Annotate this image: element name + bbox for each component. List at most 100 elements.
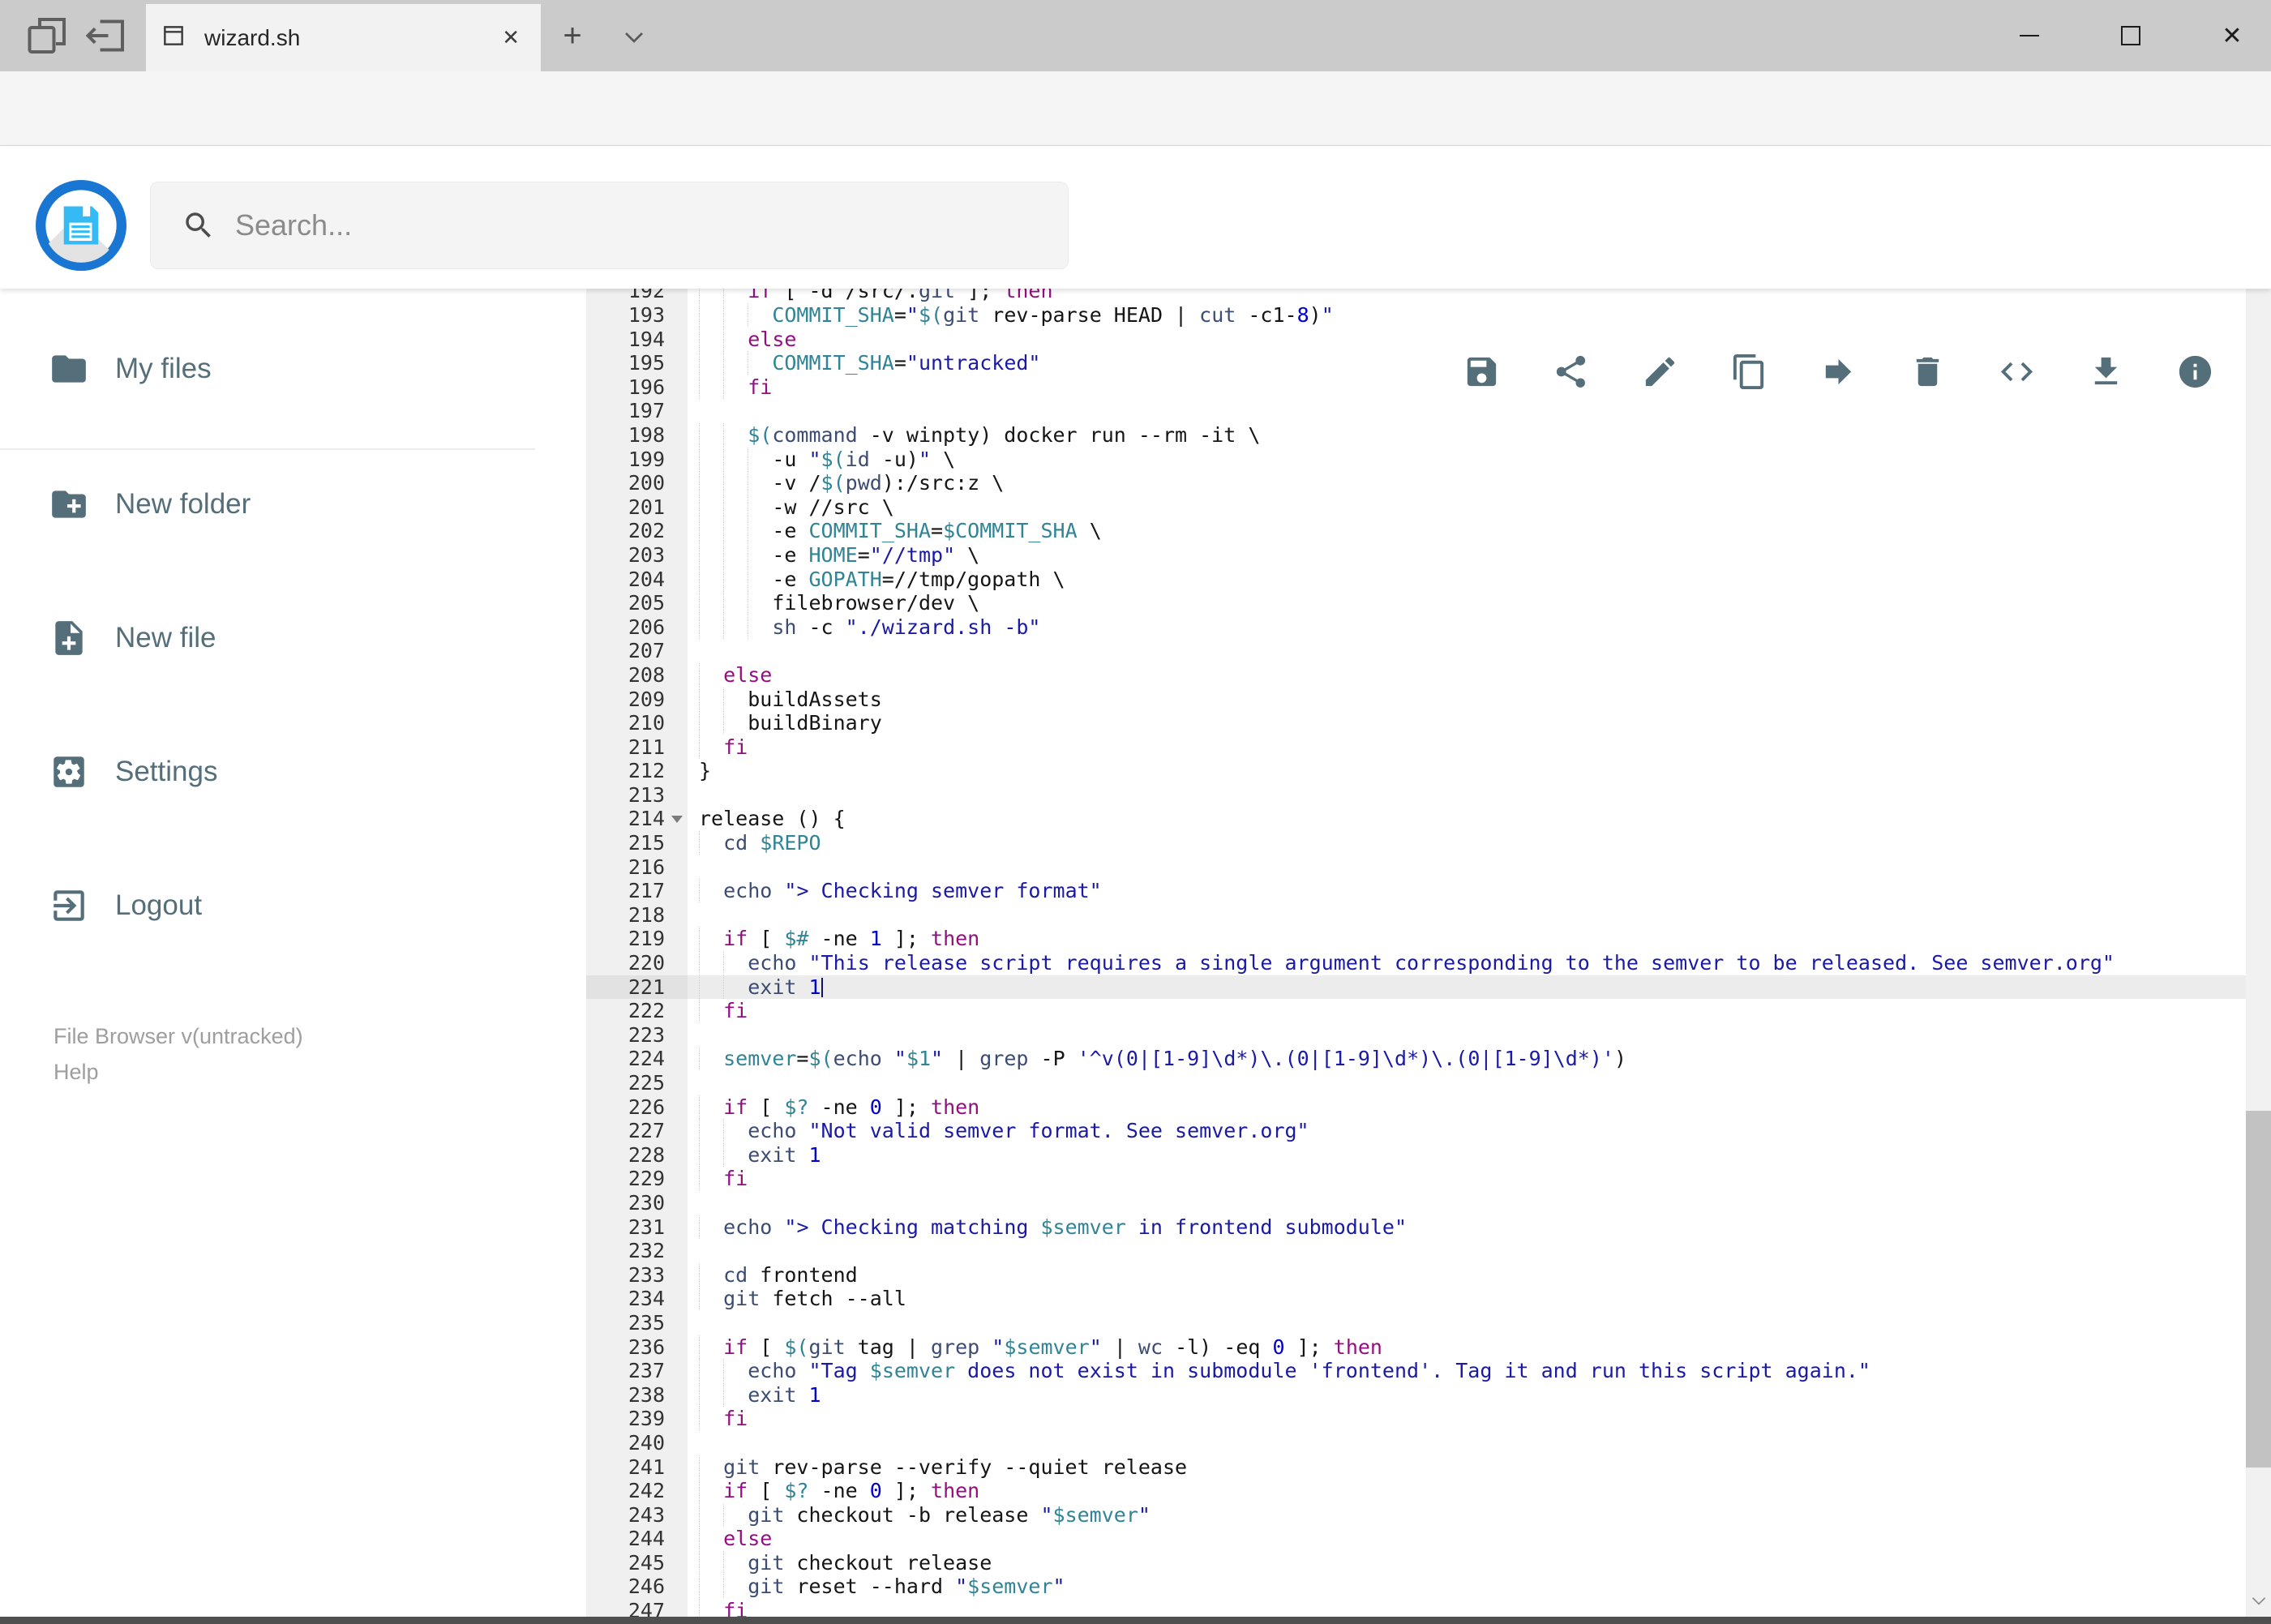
code-line-217[interactable]: echo "> Checking semver format" (688, 879, 2246, 903)
gutter-line-210: 210 (628, 711, 665, 735)
rename-icon (1645, 357, 1675, 387)
code-line-241[interactable]: git rev-parse --verify --quiet release (688, 1455, 2246, 1480)
code-line-219[interactable]: if [ $# -ne 1 ]; then (688, 927, 2246, 951)
code-line-214[interactable]: release () { (688, 807, 2246, 831)
note-add-icon (55, 621, 83, 655)
code-line-222[interactable]: fi (688, 999, 2246, 1023)
code-line-215[interactable]: cd $REPO (688, 831, 2246, 855)
tab-close-icon[interactable]: ✕ (495, 22, 526, 54)
move-button[interactable] (1819, 353, 1858, 391)
copy-button[interactable] (1730, 353, 1768, 391)
tab-list-chevron-icon[interactable] (618, 21, 650, 58)
window-close-button[interactable]: ✕ (2193, 0, 2271, 71)
code-line-210[interactable]: buildBinary (688, 711, 2246, 735)
scroll-down-icon[interactable] (2246, 1586, 2271, 1615)
sidebar-item-logout[interactable]: Logout (0, 872, 568, 940)
window-maximize-button[interactable] (2092, 0, 2170, 71)
code-line-239[interactable]: fi (688, 1407, 2246, 1431)
code-line-203[interactable]: -e HOME="//tmp" \ (688, 543, 2246, 568)
code-line-233[interactable]: cd frontend (688, 1263, 2246, 1288)
code-line-194[interactable]: else (688, 328, 2246, 352)
sidebar-item-my-files[interactable]: My files (0, 335, 568, 403)
code-line-206[interactable]: sh -c "./wizard.sh -b" (688, 615, 2246, 640)
code-line-246[interactable]: git reset --hard "$semver" (688, 1575, 2246, 1599)
code-line-221[interactable]: exit 1 (688, 975, 2246, 1000)
search-input[interactable] (234, 208, 1068, 243)
scrollbar-thumb[interactable] (2246, 1111, 2271, 1468)
search-bar[interactable] (150, 182, 1069, 269)
code-line-212[interactable]: } (688, 759, 2246, 783)
window-minimize-button[interactable] (1990, 0, 2068, 71)
gutter-line-207: 207 (628, 639, 665, 663)
code-line-236[interactable]: if [ $(git tag | grep "$semver" | wc -l)… (688, 1335, 2246, 1360)
text-cursor (821, 977, 823, 997)
code-line-231[interactable]: echo "> Checking matching $semver in fro… (688, 1215, 2246, 1240)
code-line-200[interactable]: -v /$(pwd):/src:z \ (688, 471, 2246, 495)
code-line-197[interactable] (688, 399, 2246, 423)
code-line-226[interactable]: if [ $? -ne 0 ]; then (688, 1095, 2246, 1120)
code-line-242[interactable]: if [ $? -ne 0 ]; then (688, 1479, 2246, 1503)
browser-tab[interactable]: wizard.sh ✕ (146, 4, 541, 71)
code-line-199[interactable]: -u "$(id -u)" \ (688, 448, 2246, 472)
share-button[interactable] (1552, 353, 1590, 391)
gutter-line-205: 205 (628, 591, 665, 615)
code-line-201[interactable]: -w //src \ (688, 495, 2246, 520)
gutter-line-214: 214 (586, 807, 688, 831)
code-line-193[interactable]: COMMIT_SHA="$(git rev-parse HEAD | cut -… (688, 303, 2246, 328)
code-line-224[interactable]: semver=$(echo "$1" | grep -P '^v(0|[1-9]… (688, 1047, 2246, 1071)
set-tabs-aside-icon[interactable] (81, 11, 131, 60)
code-editor[interactable]: if [ -d /src/.git ]; then COMMIT_SHA="$(… (688, 289, 2246, 1624)
sidebar-item-label: New folder (115, 488, 251, 520)
download-button[interactable] (2087, 353, 2125, 391)
code-line-227[interactable]: echo "Not valid semver format. See semve… (688, 1119, 2246, 1143)
gutter-line-227: 227 (628, 1119, 665, 1143)
rename-button[interactable] (1641, 353, 1679, 391)
code-line-202[interactable]: -e COMMIT_SHA=$COMMIT_SHA \ (688, 519, 2246, 543)
vertical-scrollbar[interactable] (2246, 146, 2271, 1617)
delete-button[interactable] (1909, 353, 1947, 391)
new-tab-button[interactable]: + (548, 15, 597, 57)
code-line-204[interactable]: -e GOPATH=//tmp/gopath \ (688, 568, 2246, 592)
sidebar-divider (0, 448, 535, 450)
code-line-211[interactable]: fi (688, 735, 2246, 760)
code-line-208[interactable]: else (688, 663, 2246, 688)
code-line-237[interactable]: echo "Tag $semver does not exist in subm… (688, 1359, 2246, 1383)
code-line-244[interactable]: else (688, 1527, 2246, 1551)
code-line-223[interactable] (688, 1023, 2246, 1048)
code-line-198[interactable]: $(command -v winpty) docker run --rm -it… (688, 423, 2246, 448)
settings-icon (54, 756, 84, 787)
code-line-207[interactable] (688, 639, 2246, 663)
code-line-220[interactable]: echo "This release script requires a sin… (688, 951, 2246, 975)
gutter-line-202: 202 (628, 519, 665, 543)
code-line-192[interactable]: if [ -d /src/.git ]; then (688, 289, 2246, 303)
fold-toggle-icon[interactable] (671, 816, 683, 824)
code-line-218[interactable] (688, 903, 2246, 928)
filebrowser-logo-icon[interactable] (36, 180, 126, 271)
code-line-209[interactable]: buildAssets (688, 688, 2246, 712)
help-link[interactable]: Help (54, 1054, 303, 1090)
tab-preview-icon[interactable] (23, 11, 73, 60)
code-line-238[interactable]: exit 1 (688, 1383, 2246, 1408)
sidebar-item-new-file[interactable]: New file (0, 604, 568, 672)
sidebar-item-new-folder[interactable]: New folder (0, 470, 568, 538)
code-button[interactable] (1998, 353, 2036, 391)
code-line-216[interactable] (688, 855, 2246, 880)
code-line-240[interactable] (688, 1431, 2246, 1455)
code-line-234[interactable]: git fetch --all (688, 1287, 2246, 1311)
code-line-229[interactable]: fi (688, 1167, 2246, 1191)
code-line-243[interactable]: git checkout -b release "$semver" (688, 1503, 2246, 1528)
gutter-line-238: 238 (628, 1382, 665, 1407)
gutter-line-194: 194 (628, 327, 665, 351)
code-line-225[interactable] (688, 1071, 2246, 1095)
code-line-230[interactable] (688, 1191, 2246, 1215)
code-line-245[interactable]: git checkout release (688, 1551, 2246, 1575)
code-line-232[interactable] (688, 1239, 2246, 1263)
gutter-line-226: 226 (628, 1095, 665, 1119)
sidebar-item-settings[interactable]: Settings (0, 738, 568, 806)
code-line-235[interactable] (688, 1311, 2246, 1335)
info-button[interactable] (2176, 353, 2214, 391)
save-button[interactable] (1463, 353, 1501, 391)
code-line-213[interactable] (688, 783, 2246, 808)
code-line-228[interactable]: exit 1 (688, 1143, 2246, 1168)
code-line-205[interactable]: filebrowser/dev \ (688, 591, 2246, 615)
